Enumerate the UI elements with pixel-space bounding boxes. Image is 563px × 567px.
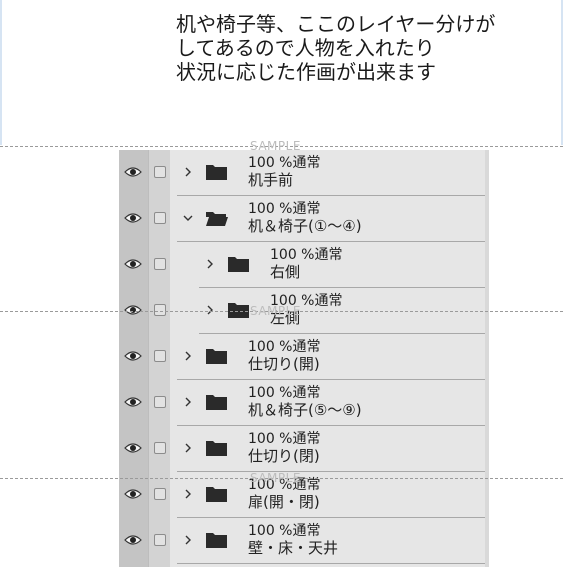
- chevron-right-icon[interactable]: [205, 303, 215, 317]
- chevron-right-icon[interactable]: [183, 487, 193, 501]
- checkbox-icon[interactable]: [154, 304, 166, 316]
- checkbox-icon[interactable]: [154, 166, 166, 178]
- layer-blend-mode: 100 %通常: [248, 385, 321, 401]
- layer-blend-mode: 100 %通常: [248, 339, 321, 355]
- layer-name: 机手前: [248, 171, 294, 189]
- chevron-right-icon[interactable]: [183, 533, 193, 547]
- frame-border-left: [0, 0, 2, 145]
- chevron-right-icon[interactable]: [183, 165, 193, 179]
- layer-label: 100 %通常 机手前: [248, 155, 320, 189]
- checkbox-icon[interactable]: [154, 442, 166, 454]
- folder-icon: [206, 165, 227, 180]
- eye-icon[interactable]: [124, 534, 142, 546]
- folder-icon: [206, 349, 227, 364]
- layer-blend-mode: 100 %通常: [248, 201, 321, 217]
- folder-icon: [206, 395, 227, 410]
- eye-icon[interactable]: [124, 350, 142, 362]
- layer-name: 机＆椅子(⑤～⑨): [248, 401, 362, 419]
- checkbox-icon[interactable]: [154, 212, 166, 224]
- layer-label: 100 %通常 壁・床・天井: [248, 523, 338, 557]
- folder-icon: [206, 487, 227, 502]
- layer-blend-mode: 100 %通常: [248, 523, 321, 539]
- layer-label: 100 %通常 右側: [270, 247, 342, 281]
- chevron-down-icon[interactable]: [183, 211, 193, 225]
- folder-icon: [206, 441, 227, 456]
- layer-name: 扉(開・閉): [248, 493, 320, 511]
- layer-label: 100 %通常 机＆椅子(⑤～⑨): [248, 385, 362, 419]
- eye-icon[interactable]: [124, 258, 142, 270]
- watermark-label: SAMPLE: [250, 139, 301, 153]
- layer-row[interactable]: 100 %通常 右側: [119, 242, 485, 288]
- watermark-label: SAMPLE: [250, 304, 301, 318]
- checkbox-icon[interactable]: [154, 396, 166, 408]
- layer-row[interactable]: 100 %通常 机＆椅子(⑤～⑨): [119, 380, 485, 426]
- layer-blend-mode: 100 %通常: [248, 155, 321, 171]
- chevron-right-icon[interactable]: [205, 257, 215, 271]
- eye-icon[interactable]: [124, 304, 142, 316]
- folder-icon: [228, 303, 249, 318]
- layer-row[interactable]: 100 %通常 机手前: [119, 150, 485, 196]
- layer-name: 仕切り(開): [248, 355, 320, 373]
- chevron-right-icon[interactable]: [183, 349, 193, 363]
- checkbox-icon[interactable]: [154, 258, 166, 270]
- caption-line-1: 机や椅子等、ここのレイヤー分けが: [176, 12, 496, 36]
- layer-row[interactable]: 100 %通常 仕切り(開): [119, 334, 485, 380]
- eye-icon[interactable]: [124, 212, 142, 224]
- chevron-right-icon[interactable]: [183, 441, 193, 455]
- layer-name: 仕切り(閉): [248, 447, 320, 465]
- checkbox-icon[interactable]: [154, 350, 166, 362]
- layer-row[interactable]: 100 %通常 壁・床・天井: [119, 518, 485, 564]
- layer-row[interactable]: 100 %通常 仕切り(閉): [119, 426, 485, 472]
- folder-icon: [206, 533, 227, 548]
- eye-icon[interactable]: [124, 442, 142, 454]
- folder-icon: [228, 257, 249, 272]
- layer-label: 100 %通常 仕切り(閉): [248, 431, 320, 465]
- layer-name: 机＆椅子(①～④): [248, 217, 362, 235]
- caption-line-2: してあるので人物を入れたり: [176, 36, 435, 60]
- layer-row[interactable]: 100 %通常 机＆椅子(①～④): [119, 196, 485, 242]
- row-divider: [177, 563, 485, 564]
- eye-icon[interactable]: [124, 396, 142, 408]
- eye-icon[interactable]: [124, 488, 142, 500]
- eye-icon[interactable]: [124, 166, 142, 178]
- layer-name: 壁・床・天井: [248, 539, 339, 557]
- watermark-label: SAMPLE: [250, 471, 301, 485]
- layer-panel: 100 %通常 机手前 100 %通常 机＆椅子(①～④) 100 %通常 右側 100 %…: [119, 150, 485, 567]
- checkbox-icon[interactable]: [154, 534, 166, 546]
- caption-line-3: 状況に応じた作画が出来ます: [176, 60, 436, 84]
- folder-open-icon: [206, 212, 228, 226]
- layer-blend-mode: 100 %通常: [270, 247, 343, 263]
- layer-blend-mode: 100 %通常: [248, 431, 321, 447]
- layer-label: 100 %通常 机＆椅子(①～④): [248, 201, 362, 235]
- checkbox-icon[interactable]: [154, 488, 166, 500]
- panel-scroll-edge: [485, 150, 489, 567]
- layer-name: 右側: [270, 263, 301, 281]
- chevron-right-icon[interactable]: [183, 395, 193, 409]
- layer-label: 100 %通常 仕切り(開): [248, 339, 320, 373]
- caption-text: 机や椅子等、ここのレイヤー分けが してあるので人物を入れたり 状況に応じた作画が…: [176, 12, 556, 84]
